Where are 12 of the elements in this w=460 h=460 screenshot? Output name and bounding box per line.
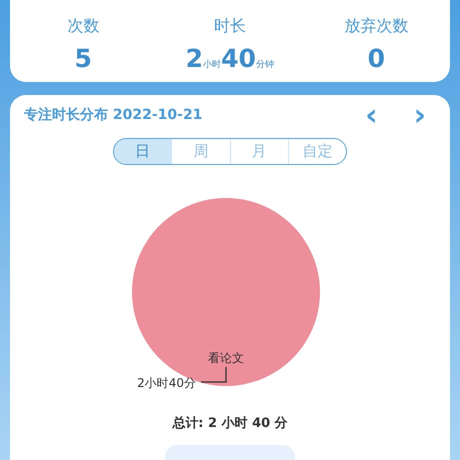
next-button[interactable]: › <box>404 106 436 126</box>
value-label: 2小时40分 <box>137 376 196 390</box>
slice-label: 看论文 <box>208 350 244 364</box>
leader-line <box>201 366 227 382</box>
chart-title: 专注时长分布 2022-10-21 <box>24 106 202 125</box>
previous-button[interactable]: ‹ <box>355 106 388 126</box>
stat-label: 次数 <box>67 15 100 37</box>
period-tab[interactable]: 日 <box>114 139 172 164</box>
stat-label: 时长 <box>214 15 246 37</box>
stat-label: 放弃次数 <box>344 15 408 37</box>
total-text: 总计: 2 小时 40 分 <box>171 414 289 432</box>
period-tab[interactable]: 自定 <box>288 139 346 164</box>
